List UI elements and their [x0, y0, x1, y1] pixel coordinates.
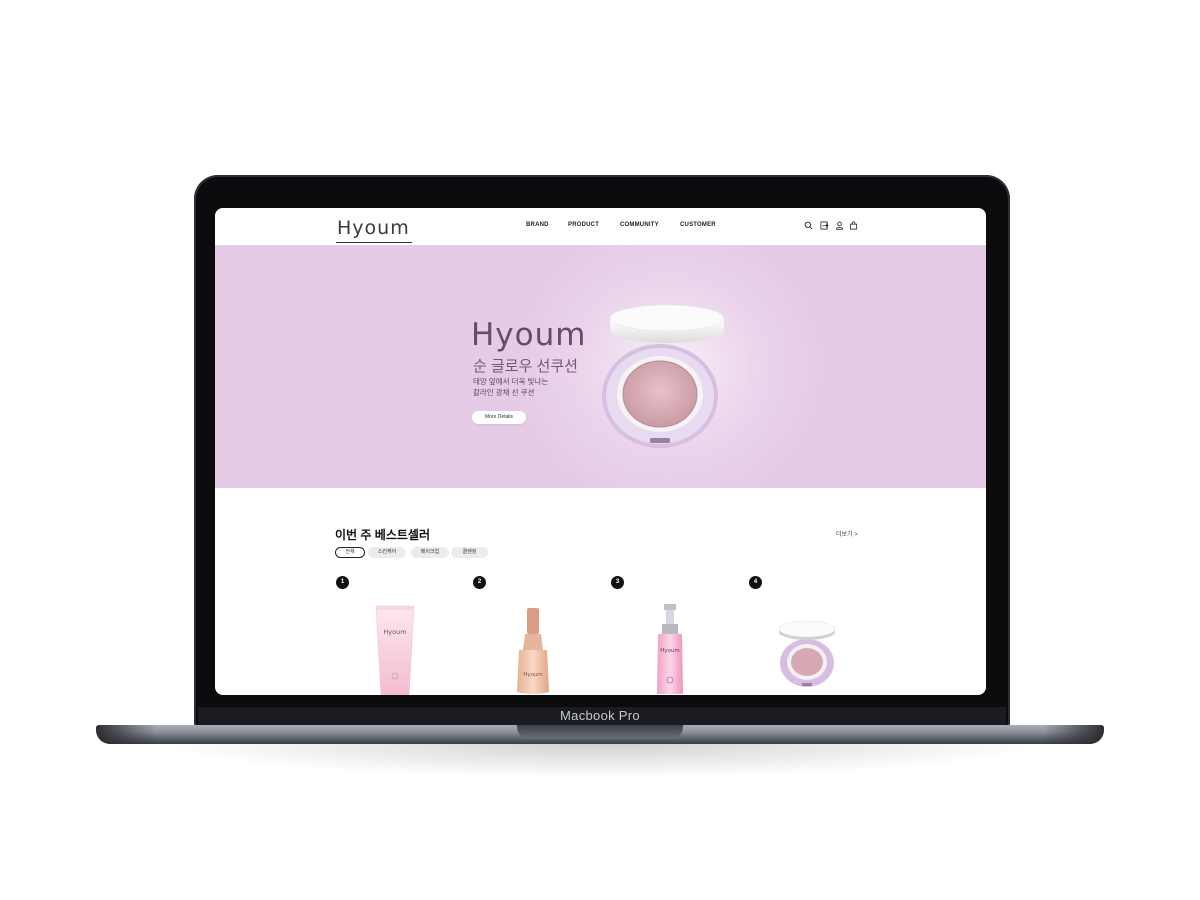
hero-brand: Hyoum [471, 317, 587, 353]
hero-title: 순 글로우 선쿠션 [473, 358, 578, 375]
product-tube-image[interactable]: Hyoum [373, 604, 417, 695]
bestseller-title: 이번 주 베스트셀러 [335, 528, 430, 542]
logo-underline [336, 242, 412, 243]
product-brand-mark: Hyoum [660, 648, 680, 654]
nav-brand[interactable]: BRAND [526, 222, 549, 228]
filter-makeup[interactable]: 메이크업 [411, 547, 449, 558]
rank-badge: 4 [749, 576, 762, 589]
product-cushion-image[interactable] [777, 620, 837, 688]
laptop-notch [517, 725, 683, 739]
nav-community[interactable]: COMMUNITY [620, 222, 659, 228]
product-serum-image[interactable]: Hyoum [513, 606, 553, 695]
laptop-shadow [160, 744, 1040, 778]
product-brand-mark: Hyoum [523, 672, 543, 678]
login-icon[interactable] [820, 221, 829, 230]
browser-screen: Hyoum BRAND PRODUCT COMMUNITY CUSTOMER H… [215, 208, 986, 695]
rank-badge: 3 [611, 576, 624, 589]
user-icon[interactable] [835, 221, 844, 230]
nav-customer[interactable]: CUSTOMER [680, 222, 716, 228]
hero-description: 태양 앞에서 더욱 빛나는 촬라인 광채 선 쿠션 [473, 377, 549, 397]
product-brand-mark: Hyoum [383, 628, 406, 636]
filter-all[interactable]: 전체 [335, 547, 365, 558]
hero-banner: Hyoum 순 글로우 선쿠션 태양 앞에서 더욱 빛나는 촬라인 광채 선 쿠… [215, 245, 986, 488]
rank-badge: 2 [473, 576, 486, 589]
device-model-label: Macbook Pro [560, 708, 640, 723]
site-header: Hyoum BRAND PRODUCT COMMUNITY CUSTOMER [215, 208, 986, 246]
more-details-button[interactable]: More Details [472, 411, 526, 424]
filter-cleansing[interactable]: 클렌징 [451, 547, 488, 558]
filter-skincare[interactable]: 스킨케어 [368, 547, 406, 558]
nav-product[interactable]: PRODUCT [568, 222, 599, 228]
product-pump-bottle-image[interactable]: Hyoum [650, 602, 690, 695]
main-nav: BRAND PRODUCT COMMUNITY CUSTOMER [215, 222, 986, 234]
more-link[interactable]: 더보기 > [836, 529, 858, 538]
cart-icon[interactable] [849, 221, 858, 230]
search-icon[interactable] [804, 221, 813, 230]
cushion-compact-image [602, 304, 725, 448]
rank-badge: 1 [336, 576, 349, 589]
